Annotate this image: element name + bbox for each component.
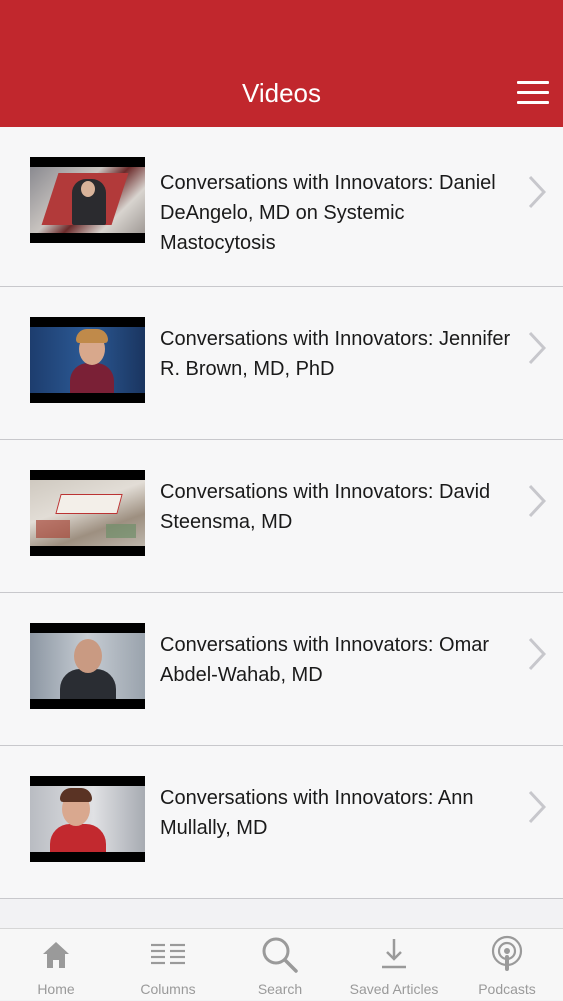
- video-list: Conversations with Innovators: Daniel De…: [0, 127, 563, 899]
- tab-bar: Home Columns Search Saved Articles Podca…: [0, 928, 563, 1000]
- tab-label: Podcasts: [478, 981, 536, 997]
- chevron-right-icon: [528, 175, 546, 209]
- hamburger-menu-icon[interactable]: [517, 81, 549, 105]
- columns-icon: [151, 943, 185, 965]
- video-row[interactable]: Conversations with Innovators: David Ste…: [0, 440, 563, 593]
- search-icon: [262, 937, 298, 973]
- tab-columns[interactable]: Columns: [112, 929, 224, 1001]
- video-row[interactable]: Conversations with Innovators: Daniel De…: [0, 127, 563, 287]
- video-title: Conversations with Innovators: David Ste…: [160, 481, 491, 533]
- tab-label: Columns: [140, 981, 196, 997]
- tab-home[interactable]: Home: [0, 929, 112, 1001]
- video-title: Conversations with Innovators: Omar Abde…: [160, 634, 490, 686]
- video-thumbnail: [30, 623, 145, 709]
- video-thumbnail: [30, 470, 145, 556]
- video-title: Conversations with Innovators: Ann Mulla…: [160, 787, 474, 839]
- video-title: Conversations with Innovators: Daniel De…: [160, 172, 496, 254]
- tab-label: Saved Articles: [349, 981, 439, 997]
- tab-podcasts[interactable]: Podcasts: [451, 929, 563, 1001]
- home-icon: [43, 942, 69, 968]
- video-row[interactable]: Conversations with Innovators: Jennifer …: [0, 287, 563, 440]
- page-title: Videos: [241, 78, 322, 108]
- chevron-right-icon: [528, 790, 546, 824]
- video-thumbnail: [30, 157, 145, 243]
- video-row[interactable]: Conversations with Innovators: Omar Abde…: [0, 593, 563, 746]
- chevron-right-icon: [528, 331, 546, 365]
- download-icon: [382, 939, 406, 969]
- video-thumbnail: [30, 776, 145, 862]
- tab-label: Search: [257, 981, 303, 997]
- tab-label: Home: [37, 981, 75, 997]
- tab-search[interactable]: Search: [224, 929, 336, 1001]
- chevron-right-icon: [528, 637, 546, 671]
- chevron-right-icon: [528, 484, 546, 518]
- video-thumbnail: [30, 317, 145, 403]
- app-header: Videos: [0, 0, 563, 127]
- video-row[interactable]: Conversations with Innovators: Ann Mulla…: [0, 746, 563, 899]
- podcast-icon: [491, 935, 523, 971]
- video-title: Conversations with Innovators: Jennifer …: [160, 328, 511, 380]
- tab-saved-articles[interactable]: Saved Articles: [338, 929, 450, 1001]
